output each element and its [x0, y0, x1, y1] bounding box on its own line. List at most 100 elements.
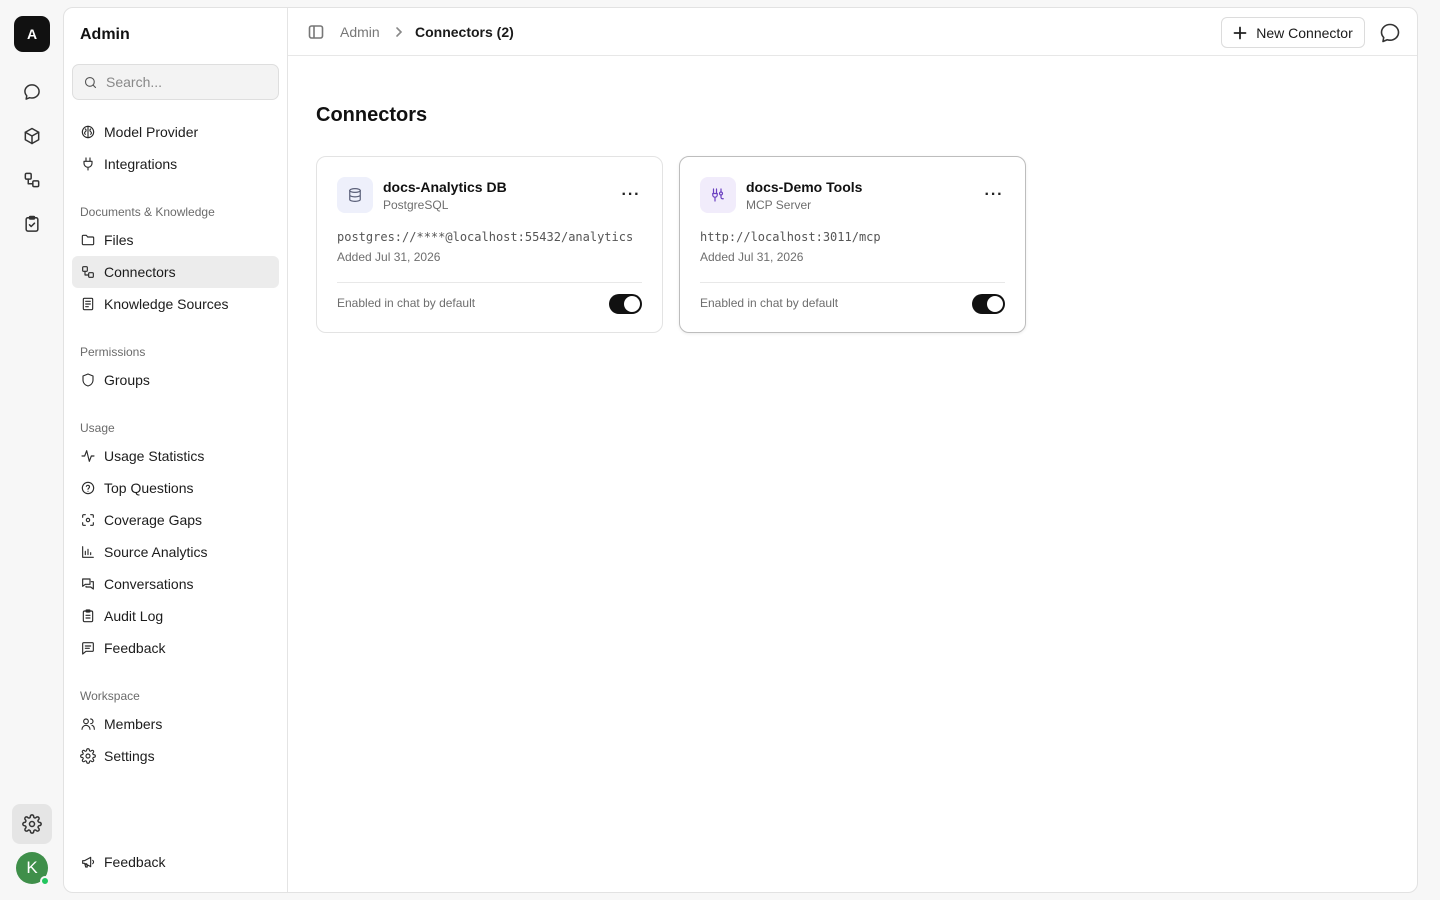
sidebar-item-label: Audit Log [104, 608, 164, 624]
users-icon [81, 718, 95, 730]
bar-chart-icon [82, 546, 94, 558]
main-panel: Admin Model Provider Integrations Docume… [63, 7, 1418, 893]
sidebar-item-label: Feedback [104, 854, 166, 870]
sidebar-item-members[interactable]: Members [72, 708, 279, 740]
connector-card[interactable]: docs-Analytics DB PostgreSQL ··· postgre… [316, 156, 663, 333]
connector-url: http://localhost:3011/mcp [700, 230, 881, 244]
online-status-dot [40, 876, 50, 886]
database-icon [349, 188, 361, 202]
sidebar-item-label: Usage Statistics [104, 448, 205, 464]
connectors-icon [82, 266, 94, 278]
sidebar-item-label: Members [104, 716, 163, 732]
sidebar-item-label: Groups [104, 372, 150, 388]
activity-icon [81, 450, 95, 462]
sidebar-item-feedback[interactable]: Feedback [72, 632, 279, 664]
sidebar-item-label: Knowledge Sources [104, 296, 229, 312]
connector-icon-badge [700, 177, 736, 213]
sidebar-footer-feedback[interactable]: Feedback [72, 846, 279, 878]
connector-type: PostgreSQL [383, 198, 449, 212]
connector-added-date: Added Jul 31, 2026 [337, 250, 441, 264]
search-icon [84, 76, 97, 88]
sidebar-item-label: Coverage Gaps [104, 512, 203, 528]
page-title: Connectors [316, 104, 428, 126]
chat-icon [24, 84, 40, 100]
sidebar-item-label: Connectors [104, 264, 176, 280]
sidebar-item-top-questions[interactable]: Top Questions [72, 472, 279, 504]
card-divider [700, 282, 1005, 283]
connectors-icon [24, 172, 40, 188]
connector-added-date: Added Jul 31, 2026 [700, 250, 804, 264]
more-options-icon[interactable]: ··· [622, 187, 640, 203]
sidebar-item-groups[interactable]: Groups [72, 364, 279, 396]
tasks-nav-button[interactable] [12, 204, 52, 244]
card-divider [337, 282, 642, 283]
message-square-text-icon [82, 642, 94, 655]
sidebar-item-connectors[interactable]: Connectors [72, 256, 279, 288]
sidebar-item-coverage-gaps[interactable]: Coverage Gaps [72, 504, 279, 536]
admin-settings-button[interactable] [12, 804, 52, 844]
sidebar-item-knowledge-sources[interactable]: Knowledge Sources [72, 288, 279, 320]
sidebar-search[interactable] [72, 64, 279, 100]
breadcrumb-current: Connectors (2) [415, 24, 514, 40]
chat-panel-button[interactable] [1379, 22, 1401, 44]
sidebar-item-label: Model Provider [104, 124, 199, 140]
messages-icon [82, 578, 94, 590]
chat-nav-button[interactable] [12, 72, 52, 112]
connector-name: docs-Analytics DB [383, 179, 507, 195]
section-documents-knowledge: Documents & Knowledge [80, 205, 215, 219]
sidebar-item-label: Settings [104, 748, 155, 764]
breadcrumb-admin[interactable]: Admin [340, 24, 380, 40]
chat-bubble-icon [1380, 23, 1400, 43]
more-options-icon[interactable]: ··· [985, 187, 1003, 203]
sidebar-item-audit-log[interactable]: Audit Log [72, 600, 279, 632]
sidebar-item-label: Feedback [104, 640, 166, 656]
new-connector-button[interactable]: New Connector [1221, 17, 1365, 48]
sidebar-item-usage-statistics[interactable]: Usage Statistics [72, 440, 279, 472]
brain-icon [81, 125, 95, 139]
connector-url: postgres://****@localhost:55432/analytic… [337, 230, 634, 244]
new-connector-label: New Connector [1256, 24, 1353, 41]
connector-card[interactable]: docs-Demo Tools MCP Server ··· http://lo… [679, 156, 1026, 333]
content-area: Admin Connectors (2) New Connector Conne… [288, 8, 1417, 892]
clipboard-check-icon [25, 215, 39, 232]
enabled-default-toggle[interactable] [972, 294, 1005, 314]
section-workspace: Workspace [80, 689, 140, 703]
plug-icon [83, 157, 93, 171]
sidebar-item-model-provider[interactable]: Model Provider [72, 116, 279, 148]
connector-name: docs-Demo Tools [746, 179, 863, 195]
app-rail: A K [0, 0, 64, 900]
sidebar-item-source-analytics[interactable]: Source Analytics [72, 536, 279, 568]
admin-sidebar: Admin Model Provider Integrations Docume… [64, 8, 288, 892]
folder-icon [81, 234, 95, 246]
enabled-default-label: Enabled in chat by default [700, 296, 839, 310]
section-permissions: Permissions [80, 345, 146, 359]
search-input[interactable] [106, 74, 266, 90]
sidebar-item-conversations[interactable]: Conversations [72, 568, 279, 600]
help-circle-icon [81, 481, 95, 495]
sidebar-item-integrations[interactable]: Integrations [72, 148, 279, 180]
chevron-right-icon [392, 24, 406, 40]
sidebar-item-label: Conversations [104, 576, 194, 592]
enabled-default-label: Enabled in chat by default [337, 296, 476, 310]
sidebar-title: Admin [80, 26, 130, 43]
gear-icon [22, 814, 42, 834]
sidebar-item-files[interactable]: Files [72, 224, 279, 256]
sidebar-toggle-button[interactable] [308, 24, 324, 40]
mcp-icon [712, 188, 724, 202]
projects-nav-button[interactable] [12, 116, 52, 156]
clipboard-list-icon [82, 609, 94, 623]
sidebar-item-settings[interactable]: Settings [72, 740, 279, 772]
workspace-logo[interactable]: A [14, 16, 50, 52]
connectors-nav-button[interactable] [12, 160, 52, 200]
megaphone-icon [82, 856, 95, 868]
top-bar: Admin Connectors (2) New Connector [288, 8, 1417, 56]
gear-icon [80, 748, 96, 764]
sidebar-item-label: Integrations [104, 156, 178, 172]
cube-icon [24, 127, 40, 145]
section-usage: Usage [80, 421, 115, 435]
book-icon [82, 297, 94, 311]
connector-icon-badge [337, 177, 373, 213]
enabled-default-toggle[interactable] [609, 294, 642, 314]
panel-left-icon [308, 25, 324, 39]
plus-icon [1233, 26, 1247, 39]
